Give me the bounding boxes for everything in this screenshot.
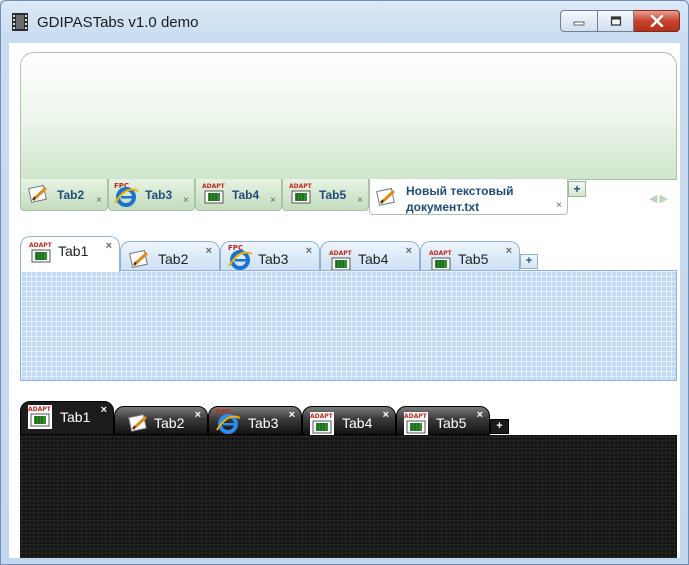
adapt-chip-icon: ADAPT [289, 182, 313, 211]
blue-tab-label: Tab3 [258, 251, 289, 267]
dark-tab-label: Tab3 [248, 415, 279, 431]
dark-tab-tab5[interactable]: ADAPT Tab5 × [396, 406, 490, 436]
label-line-2: документ.txt [406, 200, 480, 214]
add-tab-button[interactable]: + [568, 181, 586, 197]
adapt-label: ADAPT [429, 250, 453, 257]
adapt-label: ADAPT [329, 250, 353, 257]
close-tab-icon[interactable]: × [477, 409, 483, 421]
dark-tab-tab4[interactable]: ADAPT Tab4 × [302, 406, 396, 436]
close-tab-icon[interactable]: × [289, 409, 295, 421]
adapt-label: ADAPT [404, 413, 428, 420]
green-tab-tab4[interactable]: ADAPT Tab4 × [195, 179, 282, 211]
green-tab-label: Tab2 [57, 188, 85, 202]
dark-tab-label: Tab2 [154, 415, 185, 431]
scroll-right-icon[interactable]: ▶ [659, 193, 669, 205]
blue-tab-tab1[interactable]: ADAPT Tab1 × [20, 236, 120, 272]
green-tab-label: Новый текстовый документ.txt [406, 183, 513, 215]
caption-buttons [560, 10, 680, 34]
notepad-document-icon [28, 184, 50, 209]
adapt-chip-icon: ADAPT [29, 241, 53, 270]
close-tab-icon[interactable]: × [106, 240, 112, 252]
close-tab-icon[interactable]: × [506, 245, 512, 257]
close-button[interactable] [634, 10, 680, 32]
close-tab-icon[interactable]: × [270, 195, 276, 206]
dark-tab-tab3[interactable]: FPC Tab3 × [208, 406, 302, 435]
blue-tab-label: Tab1 [58, 243, 89, 259]
notepad-document-icon [376, 187, 398, 212]
green-tab-label: Tab4 [232, 188, 260, 202]
blue-tab-content [20, 270, 677, 381]
dark-tab-label: Tab4 [342, 415, 373, 431]
adapt-chip-icon: ADAPT [28, 405, 52, 434]
app-window: GDIPASTabs v1.0 demo Tab2 × FPC Tab3 × A… [0, 0, 689, 565]
green-tab-new-text-document[interactable]: Новый текстовый документ.txt × [369, 179, 568, 215]
adapt-label: ADAPT [310, 413, 334, 420]
green-tab-content [20, 52, 677, 180]
blue-tab-tab4[interactable]: ADAPT Tab4 × [320, 241, 420, 272]
adapt-label: ADAPT [28, 406, 52, 413]
dark-tab-tab1[interactable]: ADAPT Tab1 × [20, 401, 114, 435]
close-tab-icon[interactable]: × [406, 245, 412, 257]
blue-tab-label: Tab2 [158, 251, 189, 267]
close-tab-icon[interactable]: × [357, 195, 363, 206]
close-tab-icon[interactable]: × [206, 245, 212, 257]
dark-tab-tab2[interactable]: Tab2 × [114, 406, 208, 435]
scroll-left-icon[interactable]: ◀ [649, 193, 659, 205]
maximize-button[interactable] [598, 10, 634, 32]
green-tab-strip: Tab2 × FPC Tab3 × ADAPT Tab4 × ADAPT Tab… [20, 179, 640, 215]
film-strip-icon[interactable] [12, 13, 28, 31]
green-tab-tab5[interactable]: ADAPT Tab5 × [282, 179, 369, 211]
title-bar[interactable]: GDIPASTabs v1.0 demo [1, 1, 688, 43]
blue-tab-strip: ADAPT Tab1 × Tab2 × FPC Tab3 × ADAPT Tab… [20, 236, 540, 272]
maximize-icon [610, 16, 621, 26]
blue-tab-label: Tab4 [358, 251, 389, 267]
close-tab-icon[interactable]: × [306, 245, 312, 257]
minimize-icon [573, 21, 585, 26]
close-tab-icon[interactable]: × [383, 409, 389, 421]
minimize-button[interactable] [560, 10, 598, 32]
adapt-label: ADAPT [289, 183, 313, 190]
blue-tab-tab3[interactable]: FPC Tab3 × [220, 241, 320, 272]
green-tab-label: Tab3 [145, 188, 173, 202]
client-area: Tab2 × FPC Tab3 × ADAPT Tab4 × ADAPT Tab… [9, 43, 680, 558]
close-tab-icon[interactable]: × [96, 195, 102, 206]
adapt-chip-icon: ADAPT [202, 182, 226, 211]
green-tab-label: Tab5 [319, 188, 347, 202]
green-tab-tab3[interactable]: FPC Tab3 × [108, 179, 195, 211]
internet-explorer-icon: FPC [113, 181, 139, 212]
dark-tab-label: Tab1 [60, 409, 91, 425]
adapt-label: ADAPT [29, 242, 53, 249]
close-tab-icon[interactable]: × [183, 195, 189, 206]
close-tab-icon[interactable]: × [556, 200, 562, 211]
close-icon [650, 15, 663, 27]
dark-tab-content [20, 435, 677, 558]
add-tab-button[interactable]: + [490, 419, 509, 434]
dark-tab-label: Tab5 [436, 415, 467, 431]
tab-scroll-arrows: ◀▶ [649, 192, 670, 205]
close-tab-icon[interactable]: × [195, 409, 201, 421]
close-tab-icon[interactable]: × [101, 404, 107, 416]
adapt-label: ADAPT [202, 183, 226, 190]
blue-tab-label: Tab5 [458, 251, 489, 267]
blue-tab-tab2[interactable]: Tab2 × [120, 241, 220, 272]
add-tab-button[interactable]: + [520, 254, 538, 269]
window-title: GDIPASTabs v1.0 demo [37, 14, 199, 31]
green-tab-tab2[interactable]: Tab2 × [20, 179, 108, 211]
dark-tab-strip: ADAPT Tab1 × Tab2 × FPC Tab3 × ADAPT Tab… [20, 401, 510, 436]
label-line-1: Новый текстовый [406, 184, 514, 198]
blue-tab-tab5[interactable]: ADAPT Tab5 × [420, 241, 520, 272]
